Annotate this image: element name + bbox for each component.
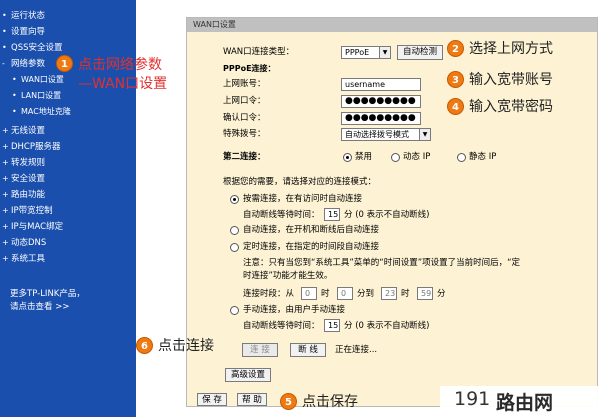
sidebar-item-ip-mac-binding[interactable]: + IP与MAC绑定	[2, 221, 63, 233]
mode-demand-radio[interactable]	[230, 195, 239, 204]
sidebar-subitem-lan[interactable]: • LAN口设置	[12, 90, 61, 102]
sidebar-item-wireless[interactable]: + 无线设置	[2, 125, 45, 137]
manual-idle-time-input[interactable]: 15	[324, 319, 340, 332]
wan-type-select[interactable]: PPPoE ▼	[341, 46, 391, 59]
second-conn-static-radio[interactable]	[457, 153, 466, 162]
second-conn-disabled-radio[interactable]	[343, 153, 352, 162]
wan-type-value: PPPoE	[345, 48, 370, 57]
watermark-brand: 路由网	[496, 392, 554, 414]
idle-time-input[interactable]: 15	[324, 208, 340, 221]
annotation-badge-4: 4	[447, 98, 464, 115]
password-input[interactable]: ●●●●●●●●●	[341, 95, 421, 108]
pppoe-section-title: PPPoE连接：	[223, 64, 276, 73]
sidebar-item-qss[interactable]: • QSS安全设置	[2, 42, 62, 54]
password-label: 上网口令：	[223, 96, 266, 106]
more-products-link[interactable]: 请点击查看 >>	[10, 301, 69, 314]
mode-timed-radio[interactable]	[230, 243, 239, 252]
annotation-badge-1: 1	[56, 55, 73, 72]
annotation-text-5: 点击保存	[302, 394, 358, 410]
mode-auto-radio[interactable]	[230, 226, 239, 235]
period-hour-label: 时	[321, 289, 330, 299]
period-from-minute-input[interactable]: 0	[337, 287, 353, 300]
chevron-down-icon: ▼	[379, 47, 390, 58]
period-minute-label: 分	[437, 289, 446, 299]
special-dial-value: 自动选择拨号模式	[345, 130, 409, 139]
confirm-password-label: 确认口令：	[223, 113, 266, 123]
mode-auto-label: 自动连接，在开机和断线后自动连接	[243, 225, 380, 235]
annotation-text-4: 输入宽带密码	[469, 99, 553, 115]
special-dial-select[interactable]: 自动选择拨号模式 ▼	[341, 128, 431, 141]
period-from-hour-input[interactable]: 0	[301, 287, 317, 300]
account-input[interactable]: username	[341, 78, 421, 91]
annotation-badge-3: 3	[447, 71, 464, 88]
timed-note-line2: 时连接”功能才能生效。	[243, 271, 333, 281]
sidebar-item-security[interactable]: + 安全设置	[2, 173, 45, 185]
period-from-label: 连接时段：从	[243, 289, 295, 299]
idle-time-label-2: 自动断线等待时间：	[243, 321, 320, 331]
idle-time-unit-2: 分 (0 表示不自动断线)	[344, 321, 430, 331]
mode-timed-label: 定时连接，在指定的时间段自动连接	[243, 242, 380, 252]
sidebar-subitem-wan[interactable]: • WAN口设置	[12, 74, 64, 86]
sidebar-item-forwarding[interactable]: + 转发规则	[2, 157, 45, 169]
second-conn-dynamic-radio[interactable]	[391, 153, 400, 162]
special-dial-label: 特殊拨号：	[223, 129, 266, 139]
help-button[interactable]: 帮 助	[237, 393, 267, 406]
mode-manual-label: 手动连接，由用户手动连接	[243, 305, 346, 315]
sidebar-item-network[interactable]: - 网络参数	[2, 58, 45, 70]
confirm-password-input[interactable]: ●●●●●●●●●	[341, 112, 421, 125]
period-to-minute-input[interactable]: 59	[417, 287, 433, 300]
annotation-badge-2: 2	[447, 40, 464, 57]
timed-note-line1: 注意：只有当您到“系统工具”菜单的“时间设置”项设置了当前时间后，“定	[243, 258, 521, 268]
annotation-text-3: 输入宽带账号	[469, 72, 553, 88]
annotation-text-1a: 点击网络参数	[78, 57, 162, 73]
disconnect-button[interactable]: 断 线	[290, 343, 326, 357]
chevron-down-icon: ▼	[419, 129, 430, 140]
save-button[interactable]: 保 存	[197, 393, 227, 406]
second-connection-label: 第二连接：	[223, 152, 266, 162]
sidebar-item-dhcp[interactable]: + DHCP服务器	[2, 141, 61, 153]
second-conn-dynamic-label: 动态 IP	[403, 152, 431, 162]
idle-time-unit: 分 (0 表示不自动断线)	[344, 210, 430, 220]
annotation-text-6: 点击连接	[158, 338, 214, 354]
sidebar-item-status[interactable]: • 运行状态	[2, 10, 45, 22]
period-hour-label-2: 时	[401, 289, 410, 299]
sidebar-item-wizard[interactable]: • 设置向导	[2, 26, 45, 38]
mode-manual-radio[interactable]	[230, 306, 239, 315]
mode-intro-text: 根据您的需要，请选择对应的连接模式：	[223, 177, 377, 187]
annotation-badge-5: 5	[280, 393, 297, 410]
sidebar-item-system-tools[interactable]: + 系统工具	[2, 253, 45, 265]
advanced-settings-button[interactable]: 高级设置	[225, 368, 271, 382]
mode-demand-label: 按需连接，在有访问时自动连接	[243, 194, 363, 204]
panel-title: WAN口设置	[187, 18, 597, 32]
second-conn-disabled-label: 禁用	[355, 152, 373, 162]
annotation-text-1b: —WAN口设置	[78, 76, 168, 92]
annotation-text-2: 选择上网方式	[469, 41, 553, 57]
watermark-prefix: 191	[454, 388, 491, 410]
auto-detect-button[interactable]: 自动检测	[397, 45, 443, 60]
sidebar-item-bandwidth[interactable]: + IP带宽控制	[2, 205, 53, 217]
account-label: 上网账号：	[223, 79, 266, 89]
more-products-text: 更多TP-LINK产品，	[10, 289, 85, 299]
connection-status-text: 正在连接...	[335, 345, 378, 355]
annotation-badge-6: 6	[136, 337, 153, 354]
connect-button[interactable]: 连 接	[242, 343, 278, 357]
sidebar-subitem-mac-clone[interactable]: • MAC地址克隆	[12, 106, 71, 118]
period-to-hour-input[interactable]: 23	[381, 287, 397, 300]
period-to-label: 分到	[357, 289, 375, 299]
second-conn-static-label: 静态 IP	[469, 152, 497, 162]
sidebar-item-ddns[interactable]: + 动态DNS	[2, 237, 46, 249]
wan-type-label: WAN口连接类型：	[223, 47, 295, 57]
sidebar-item-routing[interactable]: + 路由功能	[2, 189, 45, 201]
watermark-logo: 191 路由网	[440, 386, 600, 414]
idle-time-label: 自动断线等待时间：	[243, 210, 320, 220]
